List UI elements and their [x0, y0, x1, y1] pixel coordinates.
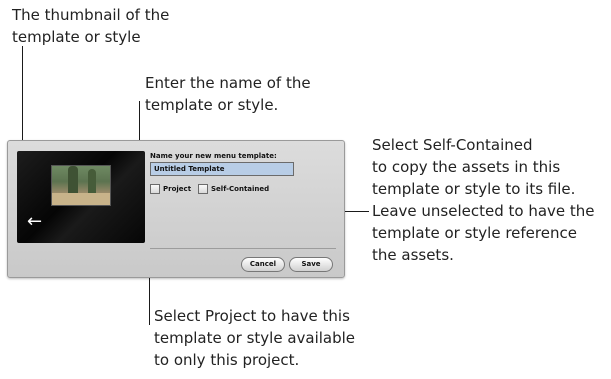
- callout-project: Select Project to have this template or …: [154, 307, 356, 369]
- template-name-prompt: Name your new menu template:: [150, 152, 277, 160]
- thumbnail-tree: [68, 166, 78, 194]
- dialog-separator: [150, 248, 336, 249]
- cancel-button[interactable]: Cancel: [241, 257, 285, 272]
- self-contained-checkbox-label[interactable]: Self-Contained: [211, 185, 269, 193]
- project-checkbox-label[interactable]: Project: [163, 185, 191, 193]
- leader-thumbnail: [22, 46, 23, 154]
- project-checkbox[interactable]: [150, 184, 160, 194]
- thumbnail-ground: [52, 193, 110, 205]
- thumbnail-photo: [51, 165, 111, 206]
- template-name-field[interactable]: Untitled Template: [150, 162, 294, 176]
- thumbnail-tree: [88, 169, 96, 194]
- callout-thumbnail: The thumbnail of the template or style: [12, 6, 170, 46]
- back-arrow-icon: ←: [27, 211, 43, 232]
- callout-name: Enter the name of the template or style.: [145, 74, 311, 114]
- self-contained-checkbox[interactable]: [198, 184, 208, 194]
- save-button[interactable]: Save: [289, 257, 333, 272]
- template-thumbnail: ←: [17, 151, 145, 243]
- save-template-dialog: ← Name your new menu template: Untitled …: [7, 140, 345, 278]
- callout-self-contained: Select Self-Contained to copy the assets…: [372, 136, 595, 264]
